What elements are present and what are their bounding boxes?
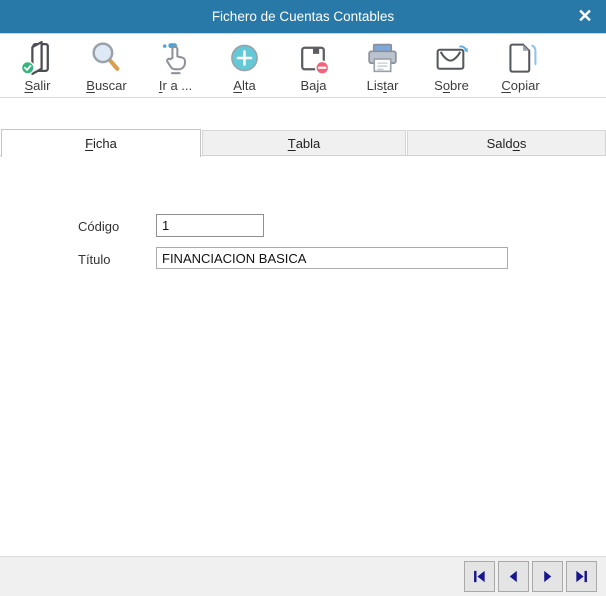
- tab-ficha[interactable]: Ficha: [1, 129, 201, 157]
- first-record-icon: [472, 569, 487, 584]
- listar-button[interactable]: Listar: [348, 35, 417, 97]
- tab-bar: Ficha Tabla Saldos: [0, 129, 606, 156]
- goto-hand-icon: [157, 40, 194, 77]
- printer-icon: [364, 40, 401, 77]
- search-icon: [88, 40, 125, 77]
- ir-a-label: Ir a ...: [159, 78, 192, 93]
- buscar-label: Buscar: [86, 78, 126, 93]
- codigo-label: Código: [78, 219, 119, 234]
- alta-button[interactable]: Alta: [210, 35, 279, 97]
- close-button[interactable]: ✕: [568, 0, 602, 33]
- last-record-icon: [574, 569, 589, 584]
- copiar-label: Copiar: [501, 78, 539, 93]
- titulo-field[interactable]: [156, 247, 508, 269]
- last-record-button[interactable]: [566, 561, 597, 592]
- next-record-icon: [540, 569, 555, 584]
- record-navigator: [464, 561, 597, 592]
- accounts-file-window: Fichero de Cuentas Contables ✕ Salir: [0, 0, 606, 596]
- previous-record-icon: [506, 569, 521, 584]
- sobre-button[interactable]: Sobre: [417, 35, 486, 97]
- salir-button[interactable]: Salir: [3, 35, 72, 97]
- window-title: Fichero de Cuentas Contables: [212, 9, 394, 24]
- baja-button[interactable]: Baja: [279, 35, 348, 97]
- footer-bar: [0, 556, 606, 596]
- listar-label: Listar: [367, 78, 399, 93]
- tab-saldos[interactable]: Saldos: [407, 130, 606, 156]
- next-record-button[interactable]: [532, 561, 563, 592]
- codigo-field[interactable]: [156, 214, 264, 237]
- buscar-button[interactable]: Buscar: [72, 35, 141, 97]
- titulo-label: Título: [78, 252, 111, 267]
- ir-a-button[interactable]: Ir a ...: [141, 35, 210, 97]
- exit-door-icon: [19, 40, 56, 77]
- close-icon: ✕: [577, 6, 592, 27]
- previous-record-button[interactable]: [498, 561, 529, 592]
- sobre-label: Sobre: [434, 78, 469, 93]
- copiar-button[interactable]: Copiar: [486, 35, 555, 97]
- envelope-refresh-icon: [433, 40, 470, 77]
- salir-label: Salir: [24, 78, 50, 93]
- titlebar: Fichero de Cuentas Contables ✕: [0, 0, 606, 34]
- delete-box-icon: [295, 40, 332, 77]
- copy-document-icon: [502, 40, 539, 77]
- add-circle-icon: [226, 40, 263, 77]
- tab-tabla[interactable]: Tabla: [202, 130, 406, 156]
- baja-label: Baja: [300, 78, 326, 93]
- alta-label: Alta: [233, 78, 255, 93]
- toolbar: Salir Buscar Ir a ...: [3, 35, 555, 97]
- first-record-button[interactable]: [464, 561, 495, 592]
- toolbar-separator: [0, 97, 606, 98]
